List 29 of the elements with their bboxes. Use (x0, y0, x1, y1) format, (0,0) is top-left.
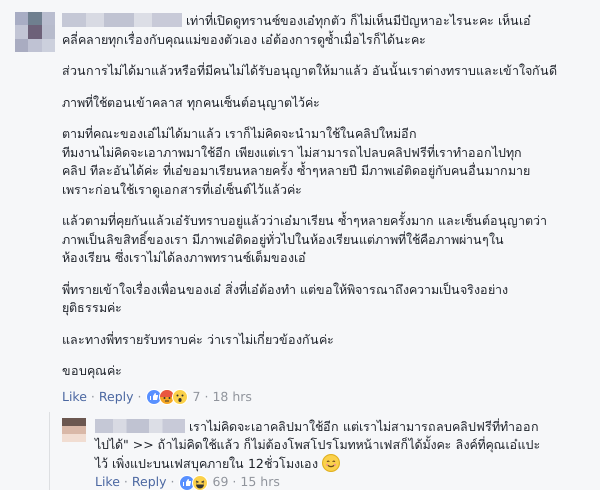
comment-text: ตามที่คณะของเอ๋ไม่ได้มาแล้ว เราก็ไม่คิดจะนำมาใช้ในคลิปใหม่อีก ทีมงานไม่คิดจะเอาภาพมาใช้อีก เพียงแต่เรา ไม่สามารถไปลบคลิปฟรีที่เราทำออกไปทุก คลิป ทีละอันได้ค่ะ ที่เอ๋ขอมาเรียนหลายครั้ง ซ้ำๆหลายปี มีภาพเอ๋ติดอยู่กับคนอื่นมากมาย เพราะก่อนใช้เราดูเอกสารที่เอ๋เซ็นต์ไว้แล้วค่ะ (62, 126, 530, 196)
timestamp[interactable]: 15 hrs (240, 473, 280, 490)
comment-text: ไปได้" >> ถ้าไม่คิดใช้แล้ว ก็ไม่ต้องโพสโปรโมทหน้าเฟสก็ได้มั้งคะ ลิงค์ที่คุณเอ๋แปะ ไว้ เพิ่งแปะบนเฟสบุคภายใน 12ชั่วโมงเอง (95, 437, 541, 472)
comment-text: พี่ทรายเข้าใจเรื่องเพื่อนของเอ๋ สิ่งที่เอ๋ต้องทำ แต่ขอให้พิจารณาถึงความเป็นจริงอย่าง ยุติธรรมค่ะ (62, 282, 508, 315)
comment-text: และทางพี่ทรายรับทราบค่ะ ว่าเราไม่เกี่ยวข้องกันค่ะ (62, 332, 334, 346)
separator-dot: · (138, 388, 142, 406)
separator-dot: · (232, 473, 236, 490)
reaction-count[interactable]: 7 (192, 388, 200, 406)
comment-text: ภาพที่ใช้ตอนเข้าคลาส ทุกคนเซ็นต์อนุญาตไว้ค่ะ (62, 94, 320, 110)
comment-text: ขอบคุณค่ะ (62, 363, 122, 378)
comment-text: เราไม่คิดจะเอาคลิปมาใช้อีก แต่เราไม่สามารถลบคลิปฟรีที่ทำออก (189, 419, 539, 434)
separator-dot: · (170, 473, 175, 490)
like-link[interactable]: Like (62, 388, 87, 406)
separator-dot: · (90, 388, 95, 406)
timestamp[interactable]: 18 hrs (212, 388, 252, 406)
reaction-count[interactable]: 69 (212, 473, 228, 490)
separator-dot: · (124, 473, 128, 490)
avatar[interactable] (62, 418, 86, 442)
avatar[interactable] (15, 12, 55, 52)
separator-dot: · (204, 388, 208, 406)
reply-link[interactable]: Reply (98, 388, 134, 406)
comment-text: คลี่คลายทุกเรื่องกับคุณแม่ของตัวเอง เอ๋ต้องการดูซ้ำเมื่อไรก็ได้นะคะ (62, 32, 426, 46)
comment-text: ส่วนการไม่ได้มาแล้วหรือที่มีคนไม่ได้รับอนุญาตให้มาแล้ว อันนั้นเราต่างทราบและเข้าใจกันดี (62, 63, 557, 78)
comment-text: เท่าที่เปิดดูทรานซ์ของเอ๋ทุกตัว ก็ไม่เห็นมีปัญหาอะไรนะคะ เห็นเอ๋ (186, 13, 531, 28)
laughing-face-icon (192, 474, 208, 490)
comment-text: แล้วตามที่คุยกันแล้วเอ๋รับทราบอยู่แล้วว่าเอ๋มาเรียน ซ้ำๆหลายครั้งมาก และเซ็นต์อนุญาตว่า ภาพเป็นลิขสิทธิ์ของเรา มีภาพเอ๋ติดอยู่ทั่วไปในห้องเรียนแต่ภาพที่ใช้คือภาพผ่านๆใน ห้องเรียน ซึ่งเราไม่ได้ลงภาพทรานซ์เต็มของเอ๋ (62, 213, 547, 265)
reply-link[interactable]: Reply (132, 473, 167, 490)
surprised-face-icon (172, 388, 188, 405)
like-link[interactable]: Like (95, 473, 120, 490)
